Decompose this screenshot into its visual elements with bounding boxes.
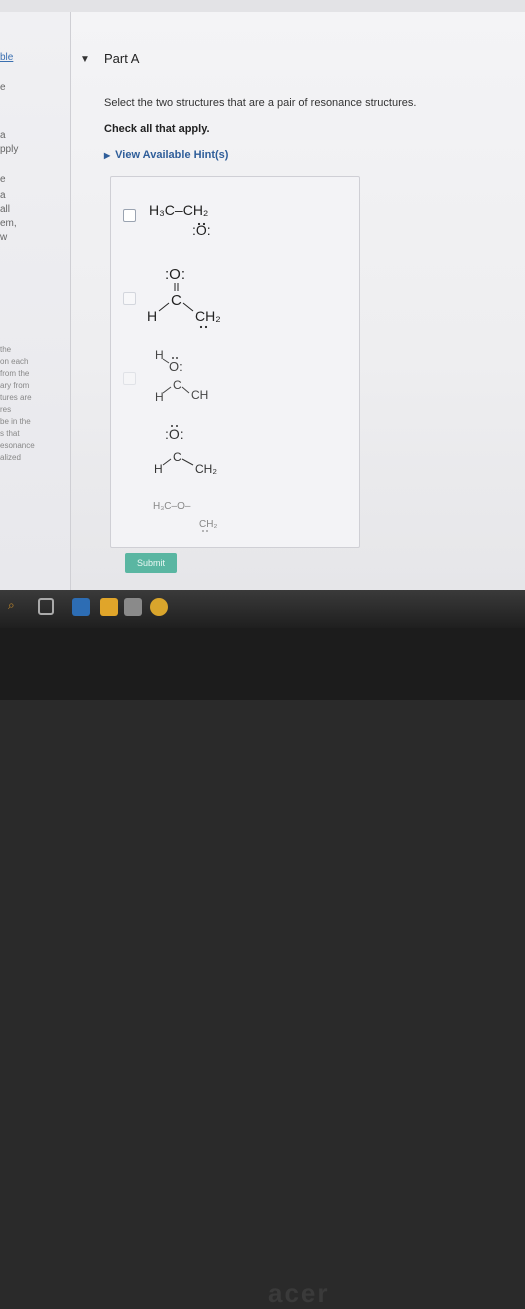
option-2-checkbox[interactable] — [123, 292, 136, 305]
structure-3-oxygen: O: — [169, 359, 183, 374]
structure-4: :O: C H CH₂ — [149, 421, 249, 479]
caret-right-icon: ▶ — [104, 151, 111, 160]
option-1-checkbox[interactable] — [123, 209, 136, 222]
sidebar-text: on each — [0, 357, 29, 366]
question-instruction: Select the two structures that are a pai… — [104, 97, 417, 109]
sidebar-text: e — [0, 174, 6, 185]
structure-2-carbon: C — [171, 292, 182, 309]
chrome-icon[interactable] — [150, 598, 168, 616]
caret-down-icon[interactable]: ▼ — [80, 54, 90, 65]
check-all-label: Check all that apply. — [104, 123, 210, 135]
part-title[interactable]: Part A — [104, 51, 139, 66]
structure-5-chain: H₃C–O– — [153, 501, 191, 512]
structure-2-ch: CH₂ — [195, 308, 221, 324]
sidebar-text: alized — [0, 453, 21, 462]
search-icon[interactable]: ⌕ — [8, 598, 18, 616]
task-view-icon[interactable] — [38, 598, 54, 615]
taskbar: ⌕ — [0, 590, 525, 628]
sidebar-text: all — [0, 204, 11, 215]
laptop-bezel: acer — [0, 628, 525, 1308]
submit-button[interactable]: Submit — [125, 553, 177, 573]
sidebar-text: esonance — [0, 441, 35, 450]
option-3-checkbox[interactable] — [123, 372, 136, 385]
sidebar-text: be in the — [0, 417, 31, 426]
brand-logo: acer — [268, 1278, 330, 1308]
sidebar-text: ary from — [0, 381, 30, 390]
browser-screen: ble e a pply e a all em, w the on each f… — [0, 0, 525, 590]
answer-options: H₃C–CH₂ :O: :O: C H CH₂ H O: C H CH:O: … — [110, 176, 360, 548]
structure-3-h: H — [155, 390, 164, 404]
structure-4-oxygen: :O: — [165, 426, 184, 442]
structure-3-carbon: C — [173, 378, 182, 392]
sidebar-text: a — [0, 130, 6, 141]
structure-3-ch: CH — [191, 388, 208, 402]
structure-4-h: H — [154, 462, 163, 476]
sidebar-link[interactable]: ble — [0, 52, 13, 63]
sidebar-text: s that — [0, 429, 20, 438]
sidebar-text: the — [0, 345, 12, 354]
sidebar-text: w — [0, 232, 8, 243]
sidebar-text: pply — [0, 144, 19, 155]
structure-4-ch: CH₂ — [195, 462, 217, 476]
view-hints-link[interactable]: ▶ View Available Hint(s) — [104, 149, 228, 161]
structure-3: H O: C H CH — [149, 347, 249, 407]
sidebar-text: tures are — [0, 393, 32, 402]
left-panel: ble e a pply e a all em, w the on each f… — [0, 12, 71, 590]
view-hints-label: View Available Hint(s) — [115, 149, 229, 161]
store-icon[interactable] — [124, 598, 142, 616]
structure-1-oxygen: :O: — [192, 222, 211, 238]
structure-1: H₃C–CH₂ :O: — [149, 199, 239, 243]
structure-2-h: H — [147, 308, 157, 324]
structure-5: H₃C–O– CH₂ — [153, 497, 243, 537]
edge-icon[interactable] — [72, 598, 90, 616]
folder-icon[interactable] — [100, 598, 118, 616]
sidebar-text: em, — [0, 218, 17, 229]
structure-5-ch: CH₂ — [199, 519, 217, 530]
top-band — [0, 0, 525, 12]
sidebar-text: res — [0, 405, 12, 414]
structure-2-oxygen: :O: — [165, 266, 185, 283]
sidebar-text: from the — [0, 369, 30, 378]
sidebar-text: e — [0, 82, 6, 93]
sidebar-text: a — [0, 190, 6, 201]
structure-2: :O: C H CH₂ — [145, 261, 255, 331]
structure-4-carbon: C — [173, 450, 182, 464]
structure-3-h-top: H — [155, 348, 164, 362]
structure-1-chain: H₃C–CH₂ — [149, 202, 208, 218]
